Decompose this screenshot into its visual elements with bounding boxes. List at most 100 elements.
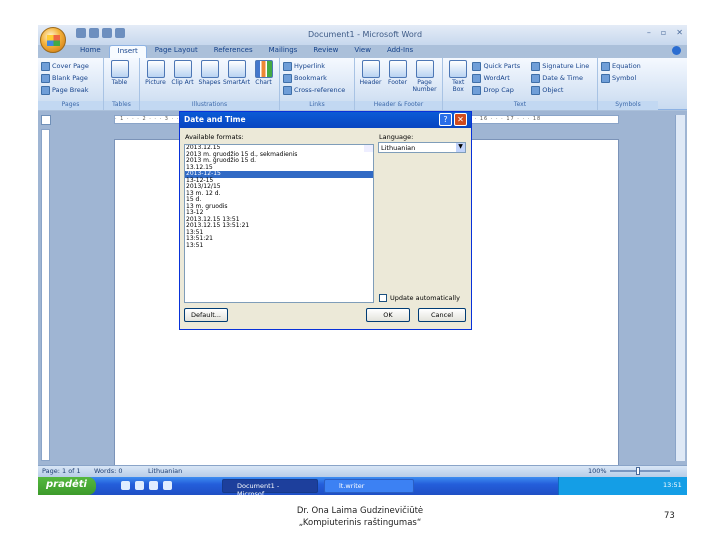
cover-page-button[interactable]: Cover Page: [41, 60, 100, 72]
language-select[interactable]: Lithuanian ▼: [378, 142, 466, 153]
formats-list-scrollbar[interactable]: [364, 145, 373, 152]
slide-page-number: 73: [664, 511, 675, 521]
drop-cap-button[interactable]: Drop Cap: [472, 84, 529, 96]
blank-page-button[interactable]: Blank Page: [41, 72, 100, 84]
zoom-slider[interactable]: [610, 470, 670, 472]
bookmark-button[interactable]: Bookmark: [283, 72, 351, 84]
office-button[interactable]: [40, 27, 66, 53]
tab-selector[interactable]: [41, 115, 51, 125]
clip-art-icon: [173, 60, 192, 78]
cover-page-icon: [41, 61, 50, 71]
equation-button[interactable]: Equation: [601, 60, 655, 72]
start-button[interactable]: pradėti: [38, 477, 96, 495]
word-count[interactable]: Words: 0: [94, 467, 123, 475]
tab-insert[interactable]: Insert: [108, 45, 147, 58]
footer-course: „Kompiuterinis raštingumas“: [298, 518, 422, 528]
slide-footer: Dr. Ona Laima Gudzinevičiūtė „Kompiuteri…: [0, 505, 720, 529]
page-count[interactable]: Page: 1 of 1: [42, 467, 81, 475]
media-launch-icon[interactable]: [163, 481, 172, 490]
minimize-button[interactable]: –: [647, 28, 651, 37]
smartart-icon: [227, 60, 246, 78]
drop-cap-icon: [472, 85, 482, 95]
help-icon[interactable]: [672, 46, 681, 55]
footer-icon: [388, 60, 407, 78]
tables-group: Table Tables: [104, 58, 140, 110]
illustrations-group-title: Illustrations: [140, 101, 279, 110]
maximize-button[interactable]: ▫: [661, 28, 666, 37]
redo-icon[interactable]: [102, 28, 112, 38]
wordart-icon: [472, 73, 482, 83]
chart-icon: [254, 60, 273, 78]
dialog-help-button[interactable]: ?: [439, 113, 452, 126]
word-launch-icon[interactable]: [121, 481, 130, 490]
tables-group-title: Tables: [104, 101, 139, 110]
taskbar-task-writer[interactable]: lt.writer: [324, 479, 414, 493]
date-time-button[interactable]: Date & Time: [531, 72, 594, 84]
quick-access-dropdown-icon[interactable]: [115, 28, 125, 38]
tab-review[interactable]: Review: [305, 45, 346, 58]
header-footer-group-title: Header & Footer: [355, 101, 442, 110]
office-logo-icon: [47, 35, 60, 46]
ribbon: Cover Page Blank Page Page Break Pages T…: [38, 58, 687, 110]
text-group: Text Box Quick Parts WordArt Drop Cap Si…: [443, 58, 598, 110]
tab-home[interactable]: Home: [72, 45, 109, 58]
hyperlink-button[interactable]: Hyperlink: [283, 60, 351, 72]
window-controls: – ▫ ✕: [647, 28, 683, 37]
mail-launch-icon[interactable]: [149, 481, 158, 490]
tab-view[interactable]: View: [346, 45, 379, 58]
tab-add-ins[interactable]: Add-Ins: [379, 45, 421, 58]
text-group-title: Text: [443, 101, 597, 110]
text-box-icon: [449, 60, 468, 78]
cancel-button[interactable]: Cancel: [418, 308, 466, 322]
dialog-title: Date and Time: [180, 112, 471, 128]
signature-line-button[interactable]: Signature Line: [531, 60, 594, 72]
object-button[interactable]: Object: [531, 84, 594, 96]
title-bar: Document1 - Microsoft Word – ▫ ✕: [38, 25, 687, 45]
quick-parts-icon: [472, 61, 482, 71]
signature-line-icon: [531, 61, 541, 71]
formats-list[interactable]: 2013.12.15 2013 m. gruodžio 15 d., sekma…: [184, 144, 374, 303]
picture-icon: [146, 60, 165, 78]
formats-label: Available formats:: [185, 133, 244, 141]
close-button[interactable]: ✕: [676, 28, 683, 37]
cross-reference-icon: [283, 85, 292, 95]
tab-page-layout[interactable]: Page Layout: [147, 45, 206, 58]
chevron-down-icon[interactable]: ▼: [456, 143, 465, 152]
ok-button[interactable]: OK: [366, 308, 410, 322]
shapes-icon: [200, 60, 219, 78]
page-number-icon: [415, 60, 434, 78]
page-break-button[interactable]: Page Break: [41, 84, 100, 96]
status-bar: Page: 1 of 1 Words: 0 Lithuanian 100%: [38, 465, 687, 477]
quick-parts-button[interactable]: Quick Parts: [472, 60, 529, 72]
window-title: Document1 - Microsoft Word: [308, 30, 423, 39]
blank-page-icon: [41, 73, 50, 83]
dialog-close-button[interactable]: ✕: [454, 113, 467, 126]
wordart-button[interactable]: WordArt: [472, 72, 529, 84]
zoom-slider-handle[interactable]: [636, 467, 640, 475]
cross-reference-button[interactable]: Cross-reference: [283, 84, 351, 96]
quick-launch: [121, 481, 172, 490]
undo-icon[interactable]: [89, 28, 99, 38]
vertical-scrollbar[interactable]: [675, 115, 685, 461]
tab-mailings[interactable]: Mailings: [261, 45, 306, 58]
zoom-level[interactable]: 100%: [588, 467, 607, 475]
pages-group: Cover Page Blank Page Page Break Pages: [38, 58, 104, 110]
object-icon: [531, 85, 541, 95]
quick-access-toolbar: [76, 28, 125, 38]
language-status[interactable]: Lithuanian: [148, 467, 182, 475]
taskbar-task-word[interactable]: Document1 - Microsof...: [222, 479, 318, 495]
taskbar: pradėti Document1 - Microsof... lt.write…: [38, 477, 687, 495]
update-automatically-checkbox[interactable]: [379, 294, 387, 302]
list-item[interactable]: 13:51: [185, 242, 373, 250]
footer-author: Dr. Ona Laima Gudzinevičiūtė: [296, 506, 424, 516]
symbol-button[interactable]: Symbol: [601, 72, 655, 84]
links-group-title: Links: [280, 101, 354, 110]
save-icon[interactable]: [76, 28, 86, 38]
vertical-ruler[interactable]: [41, 129, 50, 461]
equation-icon: [601, 61, 610, 71]
clock[interactable]: 13:51: [663, 481, 682, 489]
tab-references[interactable]: References: [206, 45, 261, 58]
browser-launch-icon[interactable]: [135, 481, 144, 490]
default-button[interactable]: Default...: [184, 308, 228, 322]
table-button[interactable]: Table: [107, 60, 132, 86]
